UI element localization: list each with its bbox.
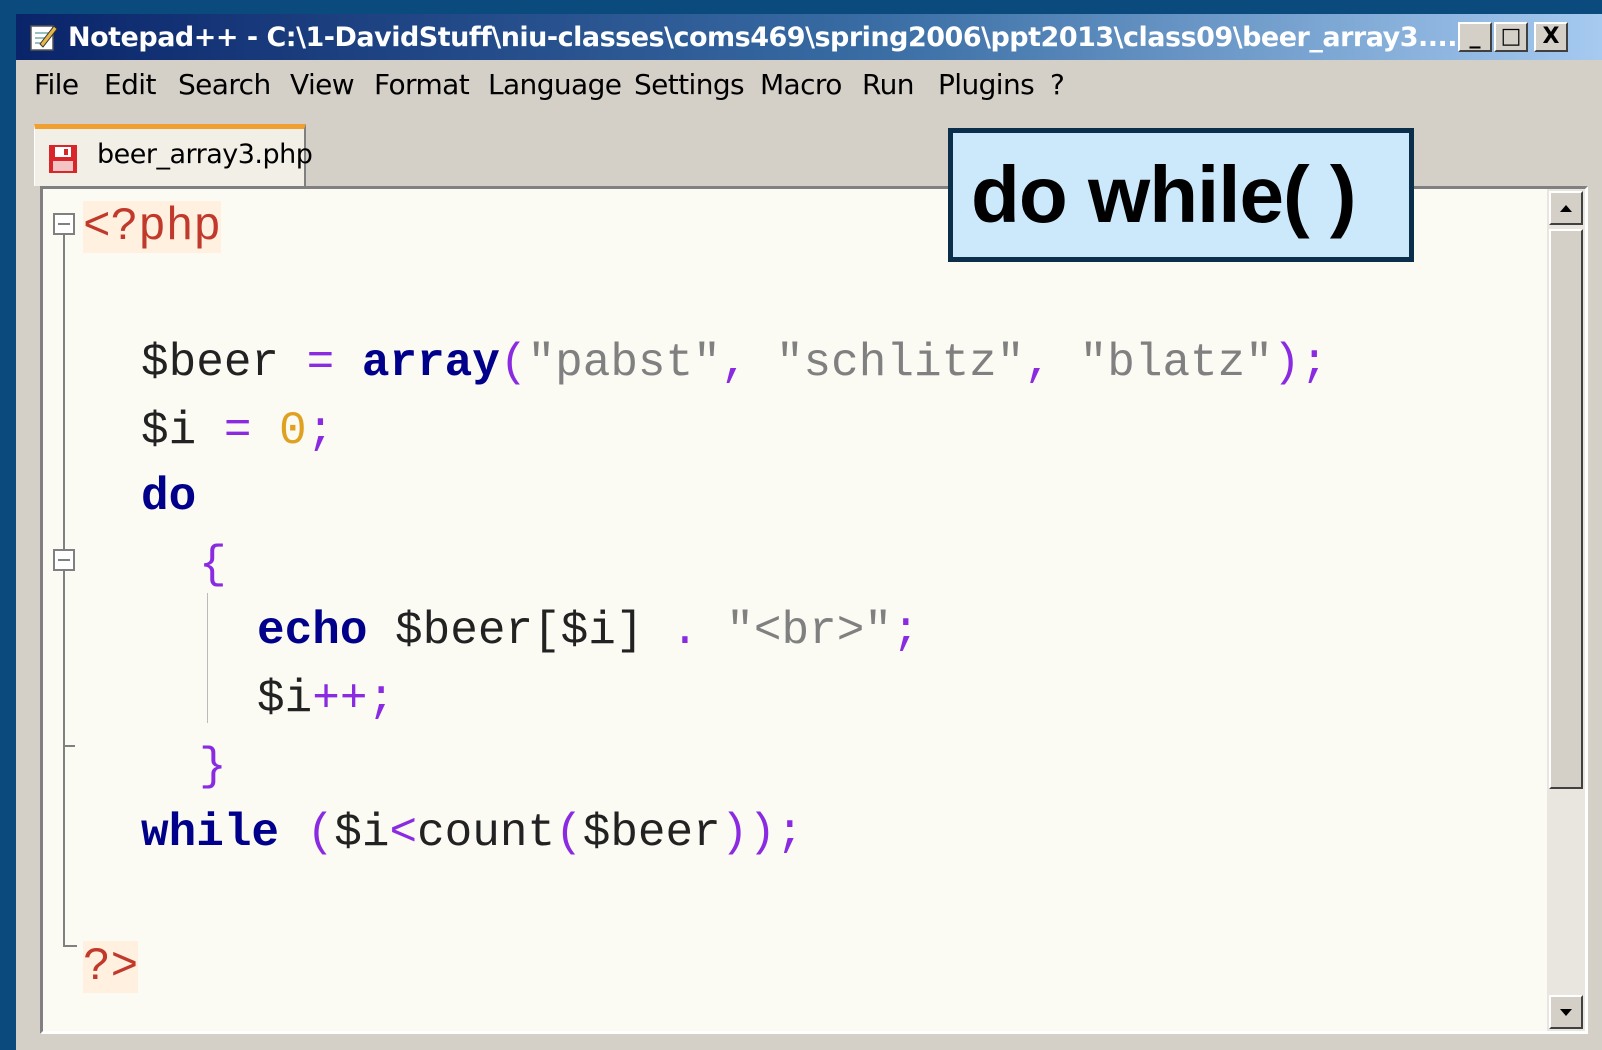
token-var: $beer[$i] [367, 605, 644, 657]
token-keyword: while [141, 807, 280, 859]
token-keyword: echo [257, 605, 368, 657]
code-editor[interactable]: <?php $beer = array("pabst", "schlitz", … [40, 186, 1588, 1034]
code-line-open-tag: <?php [83, 201, 222, 253]
arrow-up-icon [1560, 205, 1572, 212]
token-op: ; [891, 605, 920, 657]
token-op: )); [720, 807, 804, 859]
code-line-close-tag: ?> [83, 941, 139, 993]
code-line-array: $beer = array("pabst", "schlitz", "blatz… [141, 337, 1328, 389]
menu-view[interactable]: View [290, 68, 355, 101]
menu-settings[interactable]: Settings [634, 68, 745, 101]
fold-toggle-block-icon[interactable] [53, 549, 75, 571]
token-op: ++; [312, 673, 396, 725]
maximize-button[interactable]: □ [1494, 22, 1528, 52]
unsaved-file-icon [49, 145, 77, 173]
token-string: "blatz" [1079, 337, 1273, 389]
menu-macro[interactable]: Macro [760, 68, 842, 101]
menu-plugins[interactable]: Plugins [938, 68, 1035, 101]
token-op: , [720, 337, 776, 389]
code-line-while: while ($i<count($beer)); [141, 807, 804, 859]
token-var: $beer [582, 807, 721, 859]
indent-guide [207, 593, 208, 723]
minimize-button[interactable]: _ [1458, 22, 1492, 52]
menu-run[interactable]: Run [862, 68, 914, 101]
tab-beer-array3[interactable]: beer_array3.php [34, 124, 313, 186]
token-op: , [1024, 337, 1080, 389]
menu-language[interactable]: Language [488, 68, 622, 101]
notepad-app-icon [30, 25, 58, 51]
token-op: ( [499, 337, 528, 389]
scroll-down-button[interactable] [1549, 995, 1583, 1029]
callout-box: do while( ) [948, 128, 1414, 262]
title-bar[interactable]: Notepad++ - C:\1-DavidStuff\niu-classes\… [16, 14, 1602, 60]
token-string: "pabst" [527, 337, 721, 389]
token-number: 0 [279, 405, 307, 457]
token-op: ( [555, 807, 583, 859]
token-op: . [643, 605, 727, 657]
token-var: $beer [141, 337, 280, 389]
fold-block-end-marker [63, 745, 75, 747]
scroll-up-button[interactable] [1549, 191, 1583, 225]
token-var: $i [257, 673, 313, 725]
vertical-scrollbar[interactable] [1547, 189, 1585, 1031]
menu-bar: File Edit Search View Format Language Se… [16, 62, 1602, 108]
fold-toggle-php-icon[interactable] [53, 213, 75, 235]
callout-text: do while( ) [971, 150, 1357, 239]
menu-format[interactable]: Format [374, 68, 470, 101]
arrow-down-icon [1560, 1009, 1572, 1016]
token-op: = [279, 337, 362, 389]
window-title: Notepad++ - C:\1-DavidStuff\niu-classes\… [68, 22, 1458, 53]
menu-file[interactable]: File [34, 68, 79, 101]
menu-search[interactable]: Search [178, 68, 271, 101]
code-line-echo: echo $beer[$i] . "<br>"; [257, 605, 920, 657]
token-var: $i [334, 807, 390, 859]
token-op: ( [279, 807, 335, 859]
code-line-open-brace: { [199, 539, 227, 591]
fold-end-marker [63, 945, 77, 947]
code-line-do: do [141, 471, 196, 523]
code-line-close-brace: } [199, 741, 227, 793]
token-op: ); [1272, 337, 1329, 389]
fold-line [63, 235, 65, 947]
token-op: { [199, 539, 227, 591]
token-keyword: array [361, 337, 500, 389]
token-op: < [389, 807, 418, 859]
menu-edit[interactable]: Edit [104, 68, 156, 101]
php-open-tag: <?php [83, 201, 222, 253]
close-button[interactable]: X [1534, 22, 1568, 52]
token-keyword: do [141, 471, 197, 523]
token-op: } [199, 741, 227, 793]
token-op: = [196, 405, 280, 457]
token-string: "<br>" [726, 605, 892, 657]
code-line-init: $i = 0; [141, 405, 334, 457]
code-line-increment: $i++; [257, 673, 395, 725]
php-close-tag: ?> [83, 941, 139, 993]
token-var: $i [141, 405, 197, 457]
token-string: "schlitz" [775, 337, 1025, 389]
token-function: count [417, 807, 556, 859]
tab-label: beer_array3.php [97, 139, 313, 170]
scroll-thumb[interactable] [1549, 229, 1583, 789]
menu-help[interactable]: ? [1050, 68, 1065, 101]
token-op: ; [306, 405, 335, 457]
